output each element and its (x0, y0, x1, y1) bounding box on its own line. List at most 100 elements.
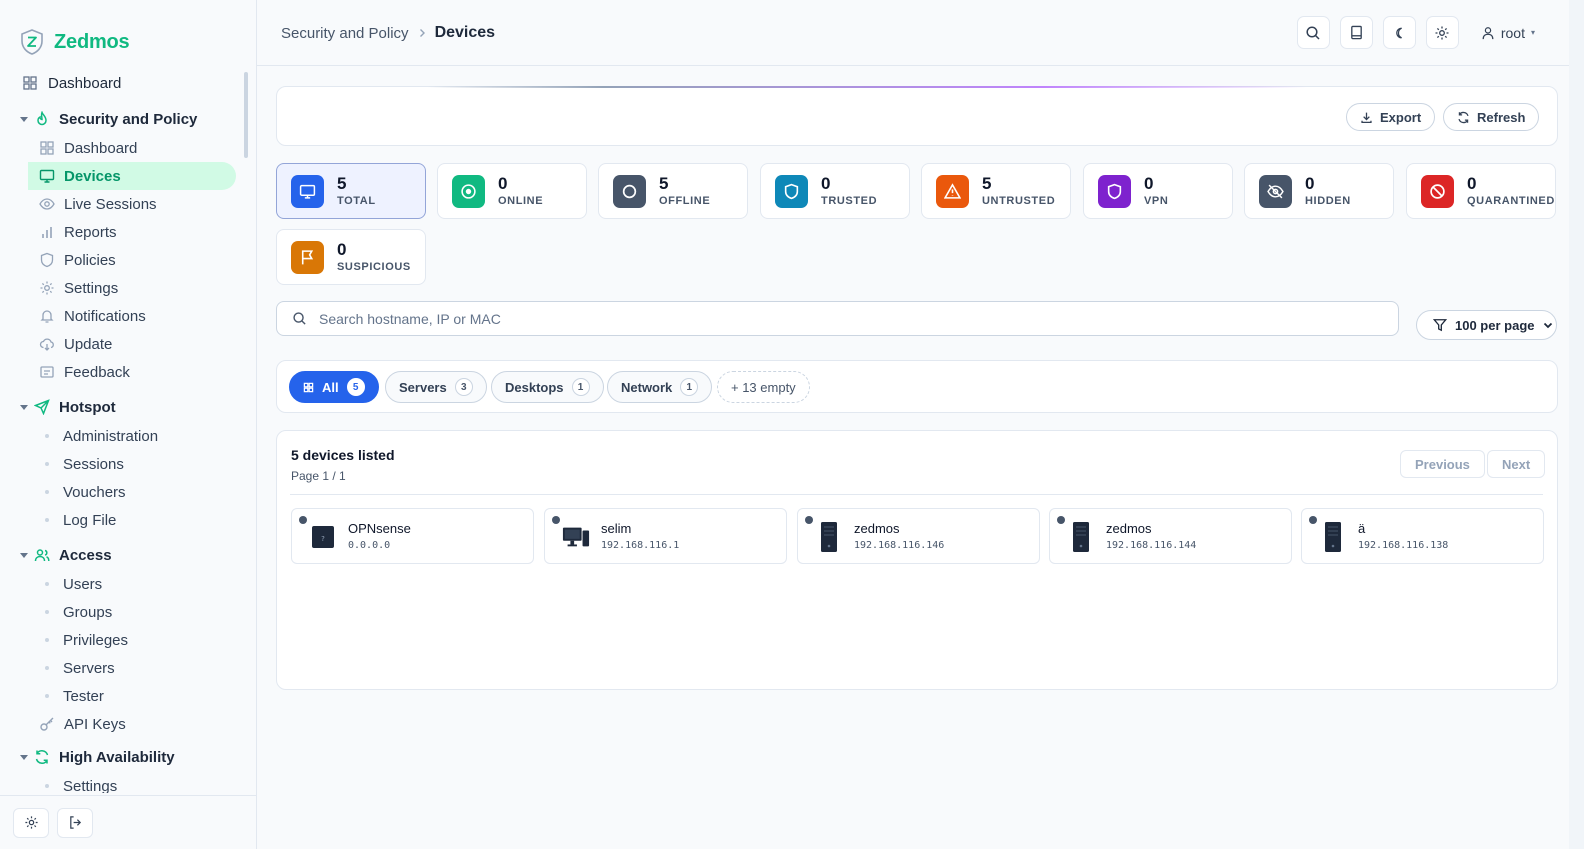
device-name: zedmos (1106, 521, 1152, 536)
sidebar-item-label: Administration (63, 427, 159, 445)
stat-card-hidden[interactable]: 0 HIDDEN (1244, 163, 1394, 219)
sidebar-footer (0, 795, 256, 849)
sidebar-item-api-keys[interactable]: API Keys (0, 710, 256, 738)
sidebar-item-log-file[interactable]: Log File (0, 506, 256, 534)
stat-card-offline[interactable]: 5 OFFLINE (598, 163, 748, 219)
stat-card-vpn[interactable]: 0 VPN (1083, 163, 1233, 219)
logout-button[interactable] (57, 807, 93, 838)
bullet-icon (45, 518, 49, 522)
server-icon (1067, 521, 1095, 553)
brand[interactable]: Zedmos (0, 0, 256, 62)
sidebar-item-label: Devices (64, 167, 121, 185)
users-icon (34, 547, 50, 563)
sidebar-group-security-and-policy[interactable]: Security and Policy (0, 104, 256, 134)
filter-chip-servers[interactable]: Servers 3 (385, 371, 487, 403)
sidebar-item-sp-dashboard[interactable]: Dashboard (0, 134, 256, 162)
svg-text:?: ? (321, 535, 325, 543)
sidebar-item-administration[interactable]: Administration (0, 422, 256, 450)
bullet-icon (45, 490, 49, 494)
shield-icon (775, 174, 808, 208)
stat-card-total[interactable]: 5 TOTAL (276, 163, 426, 219)
sidebar-item-label: Privileges (63, 631, 129, 649)
sidebar-item-reports[interactable]: Reports (0, 218, 256, 246)
sidebar-item-settings[interactable]: Settings (0, 274, 256, 302)
search-input[interactable] (319, 310, 1219, 327)
next-button[interactable]: Next (1487, 450, 1546, 478)
sidebar-item-notifications[interactable]: Notifications (0, 302, 256, 330)
sidebar-group-high-availability[interactable]: High Availability (0, 742, 256, 772)
user-icon (1482, 26, 1494, 39)
bullet-icon (45, 784, 49, 788)
device-card[interactable]: selim 192.168.116.1 (544, 508, 787, 564)
sidebar-item-groups[interactable]: Groups (0, 598, 256, 626)
action-panel: Export Refresh (276, 86, 1558, 146)
sidebar-item-live-sessions[interactable]: Live Sessions (0, 190, 256, 218)
stat-card-untrusted[interactable]: 5 UNTRUSTED (921, 163, 1071, 219)
grid-icon (303, 382, 314, 392)
user-menu[interactable]: root ▾ (1469, 16, 1547, 49)
chip-label: Desktops (505, 379, 564, 395)
sidebar-item-label: Dashboard (64, 139, 138, 157)
search-icon (293, 312, 306, 325)
shield-icon (1098, 174, 1131, 208)
theme-toggle-button[interactable] (1382, 16, 1416, 49)
docs-button[interactable] (1339, 16, 1373, 49)
user-name: root (1500, 24, 1525, 41)
sidebar-item-label: Policies (64, 251, 116, 269)
sidebar-item-privileges[interactable]: Privileges (0, 626, 256, 654)
sidebar-item-feedback[interactable]: Feedback (0, 358, 256, 386)
sidebar-item-vouchers[interactable]: Vouchers (0, 478, 256, 506)
stat-label: HIDDEN (1305, 195, 1351, 207)
sidebar-item-servers[interactable]: Servers (0, 654, 256, 682)
sidebar-item-dashboard[interactable]: Dashboard (0, 68, 256, 98)
settings-button[interactable] (1425, 16, 1459, 49)
previous-button[interactable]: Previous (1400, 450, 1485, 478)
sidebar: Zedmos Dashboard Security and Policy Das… (0, 0, 257, 849)
stat-label: OFFLINE (659, 195, 711, 207)
bullet-icon (45, 462, 49, 466)
sidebar-item-sessions[interactable]: Sessions (0, 450, 256, 478)
sidebar-item-update[interactable]: Update (0, 330, 256, 358)
filter-chip-network[interactable]: Network 1 (607, 371, 713, 403)
device-card[interactable]: ? OPNsense 0.0.0.0 (291, 508, 534, 564)
device-card[interactable]: zedmos 192.168.116.144 (1049, 508, 1292, 564)
sidebar-group-access[interactable]: Access (0, 540, 256, 570)
filter-chip-empty[interactable]: + 13 empty (717, 371, 810, 403)
sidebar-item-label: Update (64, 335, 113, 353)
export-label: Export (1380, 109, 1422, 125)
cloud-download-icon (39, 336, 55, 352)
settings-button[interactable] (13, 807, 49, 838)
caret-down-icon (20, 552, 28, 558)
sidebar-item-ha-settings[interactable]: Settings (0, 772, 256, 793)
chip-count: 5 (346, 378, 365, 396)
export-button[interactable]: Export (1346, 103, 1436, 131)
stat-value: 0 (498, 174, 508, 193)
refresh-button[interactable]: Refresh (1443, 103, 1540, 131)
stat-card-trusted[interactable]: 0 TRUSTED (760, 163, 910, 219)
desktop-icon (562, 521, 590, 553)
sidebar-item-tester[interactable]: Tester (0, 682, 256, 710)
per-page-select[interactable]: 100 per page (1416, 310, 1557, 340)
stat-label: VPN (1144, 195, 1169, 207)
filter-chip-all[interactable]: All 5 (289, 371, 379, 403)
sidebar-item-policies[interactable]: Policies (0, 246, 256, 274)
sidebar-item-label: Vouchers (63, 483, 126, 501)
search-button[interactable] (1296, 16, 1330, 49)
shield-logo-icon (21, 29, 43, 55)
chip-label: Servers (399, 379, 447, 395)
stat-value: 5 (337, 174, 347, 193)
stat-card-online[interactable]: 0 ONLINE (437, 163, 587, 219)
page-scrollbar[interactable] (1569, 0, 1584, 849)
filter-chip-desktops[interactable]: Desktops 1 (491, 371, 604, 403)
device-card[interactable]: zedmos 192.168.116.146 (797, 508, 1040, 564)
device-card[interactable]: ä 192.168.116.138 (1301, 508, 1544, 564)
stat-card-quarantined[interactable]: 0 QUARANTINED (1406, 163, 1556, 219)
stat-card-suspicious[interactable]: 0 SUSPICIOUS (276, 229, 426, 285)
sidebar-item-devices[interactable]: Devices (28, 162, 236, 190)
sidebar-group-hotspot[interactable]: Hotspot (0, 392, 256, 422)
breadcrumb-item[interactable]: Security and Policy (281, 25, 409, 42)
stat-label: TOTAL (337, 195, 376, 207)
stat-label: UNTRUSTED (982, 195, 1056, 207)
chip-label: Network (621, 379, 673, 395)
sidebar-item-users[interactable]: Users (0, 570, 256, 598)
